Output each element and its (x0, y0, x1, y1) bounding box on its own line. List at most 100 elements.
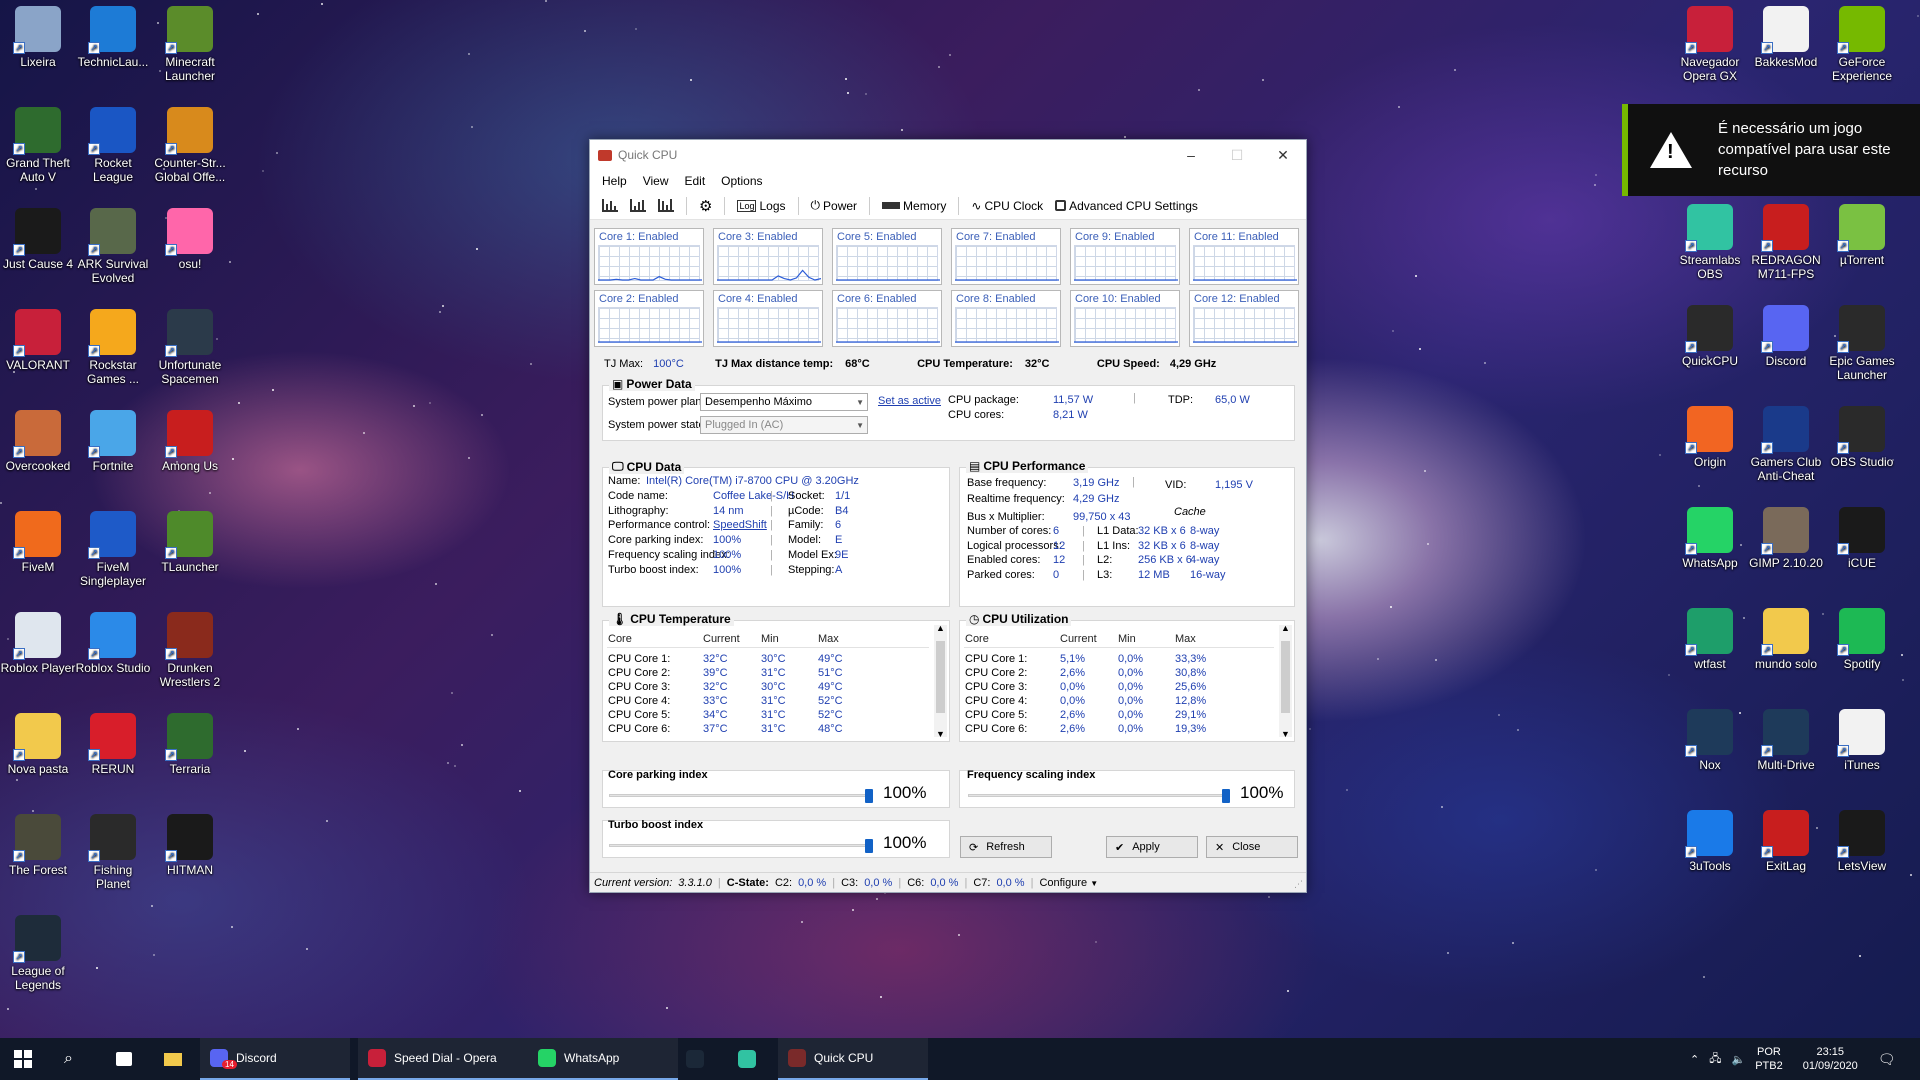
desktop-shortcut[interactable]: ↗ Fishing Planet (75, 814, 151, 891)
desktop-shortcut[interactable]: ↗ iTunes (1824, 709, 1900, 772)
core-graph[interactable]: Core 11: Enabled (1189, 228, 1299, 285)
table-row[interactable]: CPU Core 6: 37°C 31°C 48°C (603, 723, 931, 737)
desktop-shortcut[interactable]: ↗ Nox (1672, 709, 1748, 772)
desktop-shortcut[interactable]: ↗ Fortnite (75, 410, 151, 473)
cpu-clock-button[interactable]: ∿ CPU Clock (971, 199, 1043, 213)
table-row[interactable]: CPU Core 3: 32°C 30°C 49°C (603, 681, 931, 695)
desktop-shortcut[interactable]: ↗ Rockstar Games ... (75, 309, 151, 386)
desktop-shortcut[interactable]: ↗ GeForce Experience (1824, 6, 1900, 83)
desktop-shortcut[interactable]: ↗ BakkesMod (1748, 6, 1824, 69)
desktop-shortcut[interactable]: ↗ Grand Theft Auto V (0, 107, 76, 184)
desktop-shortcut[interactable]: ↗ Drunken Wrestlers 2 (152, 612, 228, 689)
volume-icon[interactable]: 🔈 (1731, 1053, 1745, 1066)
desktop-shortcut[interactable]: ↗ Lixeira (0, 6, 76, 69)
desktop-shortcut[interactable]: ↗ LetsView (1824, 810, 1900, 873)
taskbar-app-whatsapp[interactable]: WhatsApp (528, 1038, 678, 1080)
table-row[interactable]: CPU Core 4: 0,0% 0,0% 12,8% (960, 695, 1276, 709)
utilization-scrollbar[interactable]: ▲ ▼ (1279, 623, 1292, 739)
chart-icon-2[interactable] (630, 199, 646, 212)
temperature-column-header[interactable]: Current (703, 633, 740, 645)
minimize-button[interactable]: – (1168, 140, 1214, 170)
desktop-shortcut[interactable]: ↗ TLauncher (152, 511, 228, 574)
desktop-shortcut[interactable]: ↗ ExitLag (1748, 810, 1824, 873)
desktop-shortcut[interactable]: ↗ OBS Studio (1824, 406, 1900, 469)
resize-grip-icon[interactable]: ⋰ (1294, 879, 1303, 890)
temperature-scrollbar[interactable]: ▲ ▼ (934, 623, 947, 739)
utilization-column-header[interactable]: Current (1060, 633, 1097, 645)
advanced-settings-button[interactable]: Advanced CPU Settings (1055, 199, 1198, 213)
desktop-shortcut[interactable]: ↗ TechnicLau... (75, 6, 151, 69)
temperature-column-header[interactable]: Core (608, 633, 632, 645)
utilization-column-header[interactable]: Max (1175, 633, 1196, 645)
table-row[interactable]: CPU Core 6: 2,6% 0,0% 19,3% (960, 723, 1276, 737)
core-parking-slider[interactable] (865, 789, 873, 803)
desktop-shortcut[interactable]: ↗ Minecraft Launcher (152, 6, 228, 83)
temperature-column-header[interactable]: Max (818, 633, 839, 645)
desktop-shortcut[interactable]: ↗ Discord (1748, 305, 1824, 368)
desktop-shortcut[interactable]: ↗ VALORANT (0, 309, 76, 372)
maximize-button[interactable]: ☐ (1214, 140, 1260, 170)
desktop-shortcut[interactable]: ↗ Spotify (1824, 608, 1900, 671)
desktop-shortcut[interactable]: ↗ Epic Games Launcher (1824, 305, 1900, 382)
taskbar-app-quickcpu[interactable]: Quick CPU (778, 1038, 928, 1080)
core-graph[interactable]: Core 4: Enabled (713, 290, 823, 347)
network-icon[interactable]: 🖧 (1709, 1050, 1721, 1069)
temperature-column-header[interactable]: Min (761, 633, 779, 645)
table-row[interactable]: CPU Core 1: 5,1% 0,0% 33,3% (960, 653, 1276, 667)
desktop-shortcut[interactable]: ↗ QuickCPU (1672, 305, 1748, 368)
desktop-shortcut[interactable]: ↗ League of Legends (0, 915, 76, 992)
desktop-shortcut[interactable]: ↗ Roblox Player (0, 612, 76, 675)
core-graph[interactable]: Core 1: Enabled (594, 228, 704, 285)
desktop-shortcut[interactable]: ↗ FiveM (0, 511, 76, 574)
set-as-active-link[interactable]: Set as active (878, 395, 941, 407)
core-graph[interactable]: Core 5: Enabled (832, 228, 942, 285)
desktop-shortcut[interactable]: ↗ iCUE (1824, 507, 1900, 570)
table-row[interactable]: CPU Core 5: 2,6% 0,0% 29,1% (960, 709, 1276, 723)
desktop-shortcut[interactable]: ↗ The Forest (0, 814, 76, 877)
desktop-shortcut[interactable]: ↗ ARK Survival Evolved (75, 208, 151, 285)
desktop-shortcut[interactable]: ↗ Unfortunate Spacemen (152, 309, 228, 386)
start-button[interactable] (0, 1038, 48, 1080)
power-state-dropdown[interactable]: Plugged In (AC) ▼ (700, 416, 868, 434)
menu-options[interactable]: Options (721, 174, 762, 188)
settings-gear-icon[interactable]: ⚙ (699, 197, 712, 215)
menu-view[interactable]: View (643, 174, 669, 188)
core-graph[interactable]: Core 9: Enabled (1070, 228, 1180, 285)
chart-icon-1[interactable] (602, 199, 618, 212)
chart-icon-3[interactable] (658, 199, 674, 212)
table-row[interactable]: CPU Core 4: 33°C 31°C 52°C (603, 695, 931, 709)
core-graph[interactable]: Core 12: Enabled (1189, 290, 1299, 347)
desktop-shortcut[interactable]: ↗ Just Cause 4 (0, 208, 76, 271)
core-graph[interactable]: Core 8: Enabled (951, 290, 1061, 347)
language-indicator[interactable]: POR PTB2 (1755, 1045, 1783, 1073)
menu-help[interactable]: Help (602, 174, 627, 188)
show-hidden-icons-icon[interactable]: ⌃ (1690, 1053, 1699, 1066)
core-graph[interactable]: Core 2: Enabled (594, 290, 704, 347)
desktop-shortcut[interactable]: ↗ RERUN (75, 713, 151, 776)
power-plan-dropdown[interactable]: Desempenho Máximo ▼ (700, 393, 868, 411)
turbo-boost-slider[interactable] (865, 839, 873, 853)
file-explorer-button[interactable] (154, 1038, 190, 1080)
memory-button[interactable]: Memory (882, 199, 946, 213)
desktop-shortcut[interactable]: ↗ µTorrent (1824, 204, 1900, 267)
desktop-shortcut[interactable]: ↗ Navegador Opera GX (1672, 6, 1748, 83)
frequency-scaling-slider[interactable] (1222, 789, 1230, 803)
close-window-button[interactable]: ✕ (1260, 140, 1306, 170)
desktop-shortcut[interactable]: ↗ Among Us (152, 410, 228, 473)
action-center-icon[interactable]: 🗨 (1878, 1051, 1896, 1068)
desktop-shortcut[interactable]: ↗ Streamlabs OBS (1672, 204, 1748, 281)
desktop-shortcut[interactable]: ↗ Overcooked (0, 410, 76, 473)
apply-button[interactable]: ✔ Apply (1106, 836, 1198, 858)
utilization-column-header[interactable]: Core (965, 633, 989, 645)
desktop-shortcut[interactable]: ↗ FiveM Singleplayer (75, 511, 151, 588)
title-bar[interactable]: Quick CPU – ☐ ✕ (590, 140, 1306, 170)
desktop-shortcut[interactable]: ↗ 3uTools (1672, 810, 1748, 873)
clock[interactable]: 23:15 01/09/2020 (1803, 1045, 1858, 1073)
desktop-shortcut[interactable]: ↗ osu! (152, 208, 228, 271)
search-button[interactable]: ⌕ (48, 1038, 96, 1080)
table-row[interactable]: CPU Core 2: 2,6% 0,0% 30,8% (960, 667, 1276, 681)
desktop-shortcut[interactable]: ↗ REDRAGON M711-FPS (1748, 204, 1824, 281)
desktop-shortcut[interactable]: ↗ HITMAN (152, 814, 228, 877)
desktop-shortcut[interactable]: ↗ WhatsApp (1672, 507, 1748, 570)
core-graph[interactable]: Core 7: Enabled (951, 228, 1061, 285)
